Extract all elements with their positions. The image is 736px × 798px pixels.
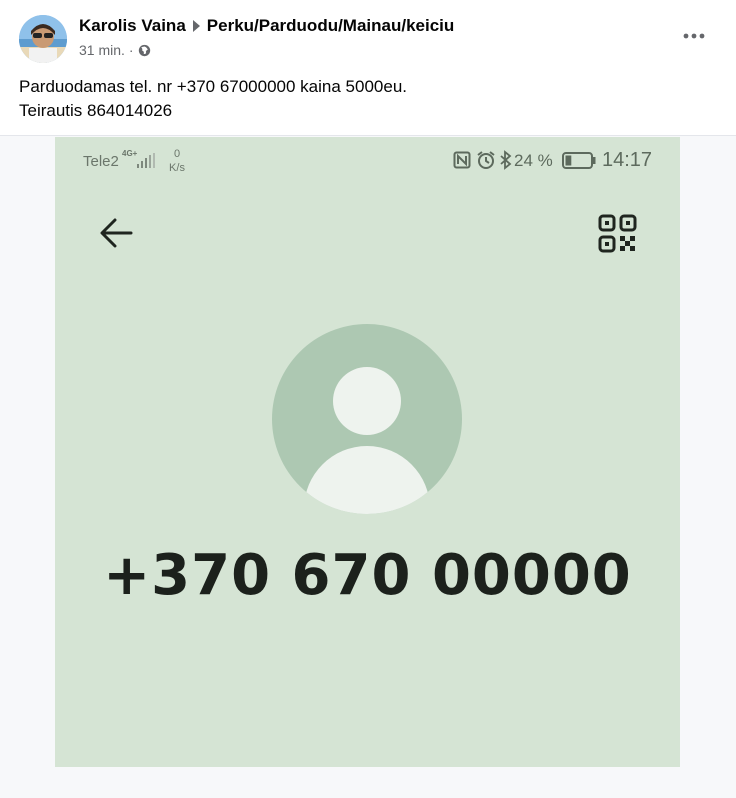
qr-code-button[interactable] — [597, 213, 639, 255]
author-name[interactable]: Karolis Vaina — [79, 16, 186, 36]
globe-icon — [138, 44, 150, 56]
nfc-icon — [453, 151, 471, 169]
battery-icon — [562, 152, 596, 169]
author-avatar[interactable] — [19, 15, 67, 63]
network-speed: 0 K/s — [166, 147, 188, 175]
more-options-icon — [683, 33, 705, 39]
signal-icon — [137, 153, 155, 168]
post-body: Parduodamas tel. nr +370 67000000 kaina … — [19, 75, 709, 123]
qr-code-icon — [598, 214, 637, 253]
status-time: 14:17 — [602, 149, 653, 171]
contact-avatar-icon — [272, 324, 462, 514]
post-time[interactable]: 31 min. — [79, 42, 125, 58]
post-text-line-2: Teirautis 864014026 — [19, 101, 173, 120]
more-options-button[interactable] — [676, 22, 712, 50]
speed-value: 0 — [173, 148, 181, 160]
contact-phone-number: +370 670 00000 — [103, 543, 632, 608]
back-button[interactable] — [95, 213, 139, 253]
battery-percent: 24 % — [514, 151, 553, 170]
contact-avatar-body — [304, 446, 430, 514]
facebook-post: Karolis Vaina Perku/Parduodu/Mainau/keic… — [0, 0, 736, 798]
back-arrow-icon — [100, 218, 133, 248]
post-text-line-1: Parduodamas tel. nr +370 67000000 kaina … — [19, 77, 407, 96]
contact-avatar-head — [333, 367, 401, 435]
meta-separator: · — [128, 42, 134, 58]
bluetooth-icon — [500, 150, 512, 170]
status-bar: Tele2 4G+ 0 K/s 24 % 14:17 — [55, 137, 680, 183]
post-meta: 31 min. · — [79, 41, 151, 59]
caret-right-icon — [192, 20, 200, 32]
group-name[interactable]: Perku/Parduodu/Mainau/keiciu — [207, 16, 455, 36]
speed-unit: K/s — [169, 162, 185, 174]
carrier-label: Tele2 — [83, 153, 119, 170]
alarm-icon — [477, 151, 495, 169]
post-header-line: Karolis Vaina Perku/Parduodu/Mainau/keic… — [79, 15, 454, 37]
phone-screenshot-image[interactable]: Tele2 4G+ 0 K/s 24 % 14:17 +370 670 0000… — [55, 137, 680, 767]
